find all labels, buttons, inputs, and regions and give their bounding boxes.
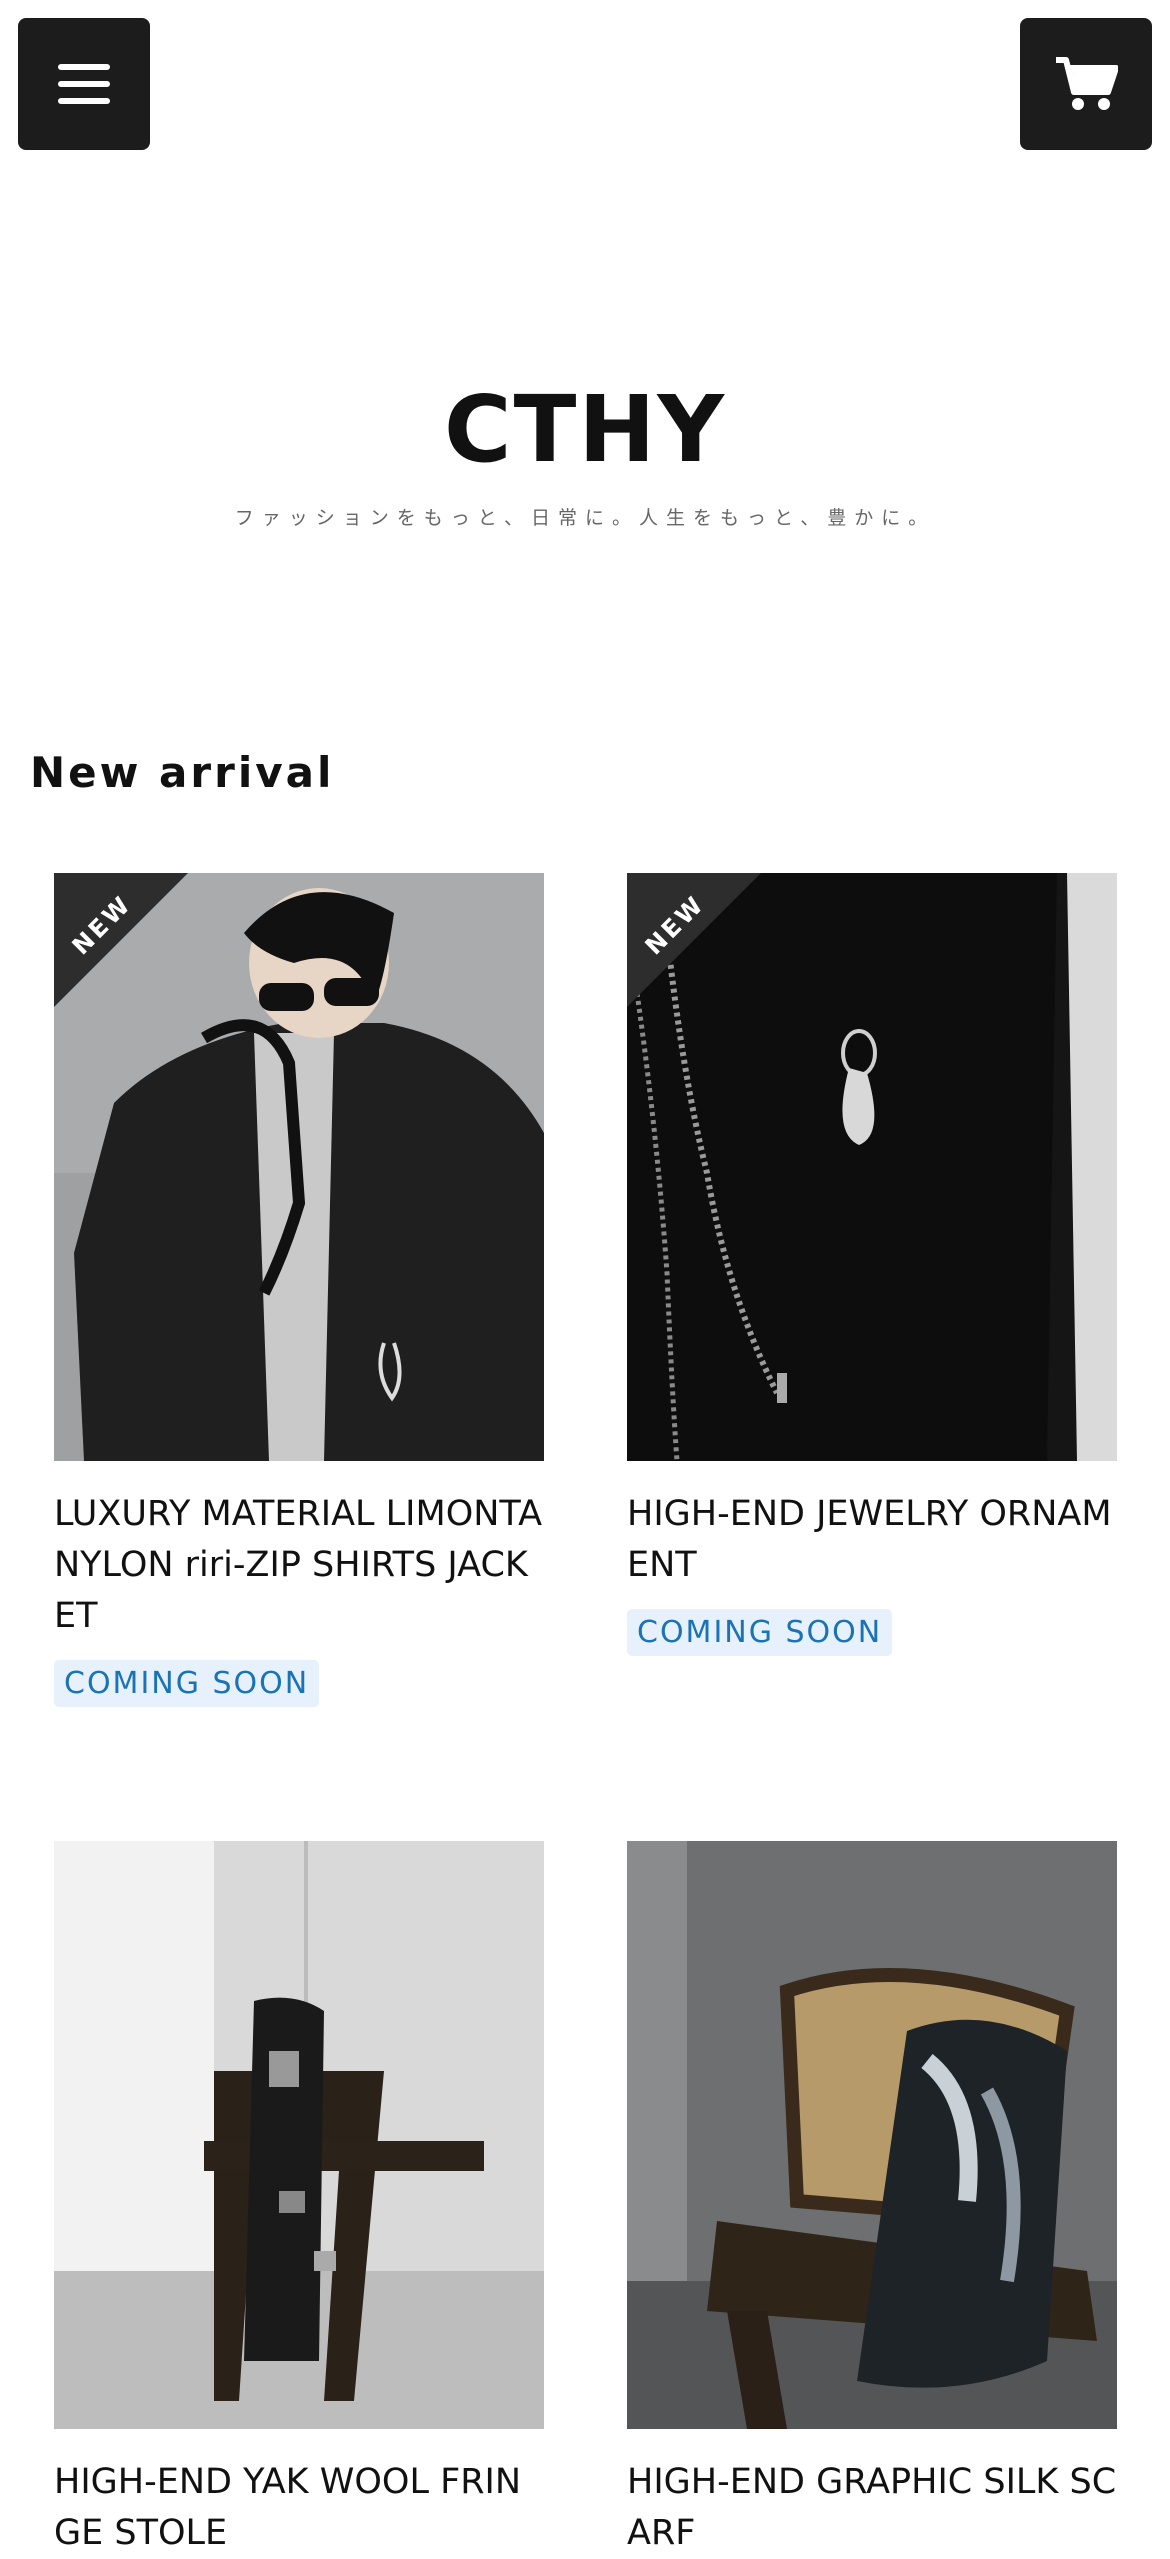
product-card[interactable]: NEW LUXURY MATERIAL LIMONTA NYLON riri-Z…: [54, 873, 544, 1707]
brand-tagline: ファッションをもっと、日常に。人生をもっと、豊かに。: [234, 507, 936, 529]
hamburger-menu-icon: [58, 64, 110, 104]
product-title[interactable]: HIGH-END GRAPHIC SILK SCARF: [627, 2457, 1117, 2559]
shopping-cart-icon: [1056, 57, 1118, 110]
product-card[interactable]: HIGH-END GRAPHIC SILK SCARF: [627, 1841, 1117, 2559]
product-image[interactable]: [54, 1841, 544, 2429]
coming-soon-badge: COMING SOON: [627, 1609, 893, 1656]
section-title: New arrival: [30, 748, 335, 797]
coming-soon-badge: COMING SOON: [54, 1660, 320, 1707]
product-title[interactable]: HIGH-END JEWELRY ORNAMENT: [627, 1489, 1117, 1591]
product-image[interactable]: [627, 1841, 1117, 2429]
product-title[interactable]: LUXURY MATERIAL LIMONTA NYLON riri-ZIP S…: [54, 1489, 544, 1642]
menu-button[interactable]: [18, 18, 150, 150]
product-card[interactable]: NEW HIGH-END JEWELRY ORNAMENT COMING SOO…: [627, 873, 1117, 1656]
product-image[interactable]: NEW: [54, 873, 544, 1461]
brand-logo[interactable]: CTHY: [0, 375, 1170, 485]
product-title[interactable]: HIGH-END YAK WOOL FRINGE STOLE: [54, 2457, 544, 2559]
product-card[interactable]: HIGH-END YAK WOOL FRINGE STOLE: [54, 1841, 544, 2559]
product-image[interactable]: NEW: [627, 873, 1117, 1461]
cart-button[interactable]: [1020, 18, 1152, 150]
